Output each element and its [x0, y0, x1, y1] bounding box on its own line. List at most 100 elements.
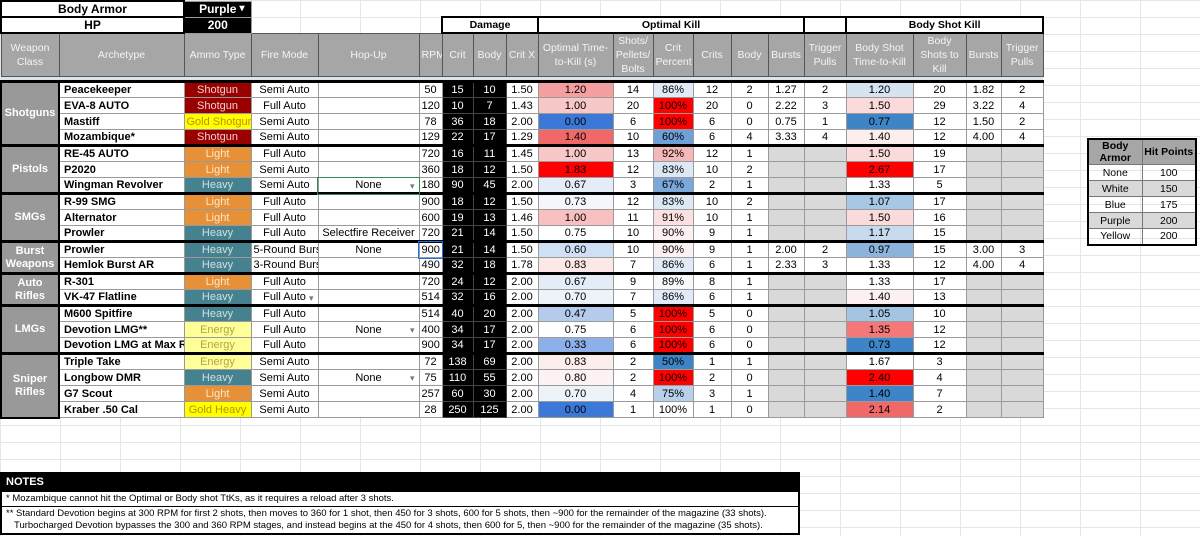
trigger-pulls-cell: 2: [803, 80, 847, 98]
hop-up-cell: [317, 337, 420, 354]
body-shots-to-kill-cell: 12: [912, 257, 967, 274]
hop-up-cell: [317, 97, 420, 114]
body-hits-cell: 1: [730, 177, 769, 194]
crit-multiplier-cell: 1.78: [505, 257, 539, 274]
shots-cell: 12: [612, 192, 654, 210]
armor-name: White: [1087, 180, 1143, 197]
body-shot-bursts-cell: [965, 209, 1002, 226]
rpm-cell: 78: [418, 113, 443, 130]
crit-percent-cell: 50%: [652, 352, 694, 370]
body-shot-ttk-cell: 1.50: [845, 144, 914, 162]
crit-multiplier-cell: 1.43: [505, 97, 539, 114]
ammo-type-cell: Heavy: [183, 240, 252, 258]
bursts-cell: [767, 337, 805, 354]
body-shots-to-kill-cell: 12: [912, 321, 967, 338]
armor-hit-points: 175: [1141, 196, 1197, 213]
trigger-pulls-cell: [803, 209, 847, 226]
body-shots-to-kill-cell: 5: [912, 177, 967, 194]
hop-up-cell[interactable]: None: [317, 369, 420, 386]
hop-up-cell: [317, 304, 420, 322]
body-shot-ttk-cell: 1.07: [845, 192, 914, 210]
crit-damage-cell: 90: [441, 177, 474, 194]
weapon-class-cell: Burst Weapons: [0, 240, 60, 275]
body-shot-ttk-cell: 1.05: [845, 304, 914, 322]
column-header: Crit X: [505, 32, 539, 77]
body-damage-cell: 69: [472, 352, 507, 370]
fire-mode-cell: Semi Auto: [250, 401, 319, 418]
optimal-ttk-cell: 1.00: [537, 97, 614, 114]
crit-multiplier-cell: 2.00: [505, 177, 539, 194]
armor-name: Blue: [1087, 196, 1143, 213]
body-armor-dropdown[interactable]: Purple: [183, 0, 252, 18]
body-shot-bursts-cell: [965, 161, 1002, 178]
body-shot-trigger-pulls-cell: [1000, 192, 1044, 210]
rpm-cell: 900: [418, 192, 443, 210]
body-shot-bursts-cell: [965, 272, 1002, 290]
shots-cell: 6: [612, 113, 654, 130]
armor-row: None 100: [1087, 164, 1197, 181]
ammo-type-cell: Heavy: [183, 225, 252, 242]
body-shot-ttk-cell: 1.33: [845, 257, 914, 274]
hop-up-cell: [317, 289, 420, 306]
rpm-cell: 50: [418, 80, 443, 98]
crit-multiplier-cell: 1.45: [505, 144, 539, 162]
crit-damage-cell: 19: [441, 209, 474, 226]
bursts-cell: 2.33: [767, 257, 805, 274]
body-armor-label: Body Armor: [0, 0, 185, 18]
shots-cell: 12: [612, 161, 654, 178]
fire-mode-cell[interactable]: Full Auto: [250, 289, 319, 306]
crit-multiplier-cell: 2.00: [505, 304, 539, 322]
optimal-ttk-cell: 0.70: [537, 289, 614, 306]
ammo-type-cell: Light: [183, 161, 252, 178]
crit-damage-cell: 250: [441, 401, 474, 418]
fire-mode-cell: Semi Auto: [250, 385, 319, 402]
crits-cell: 2: [692, 369, 732, 386]
optimal-ttk-cell: 1.20: [537, 80, 614, 98]
archetype-cell: P2020: [58, 161, 185, 178]
body-shot-ttk-cell: 1.40: [845, 129, 914, 146]
body-shots-to-kill-cell: 17: [912, 272, 967, 290]
shots-cell: 11: [612, 209, 654, 226]
notes-panel: NOTES * Mozambique cannot hit the Optima…: [0, 472, 800, 535]
crit-percent-cell: 83%: [652, 161, 694, 178]
rpm-cell: 720: [418, 225, 443, 242]
body-shot-ttk-cell: 1.33: [845, 272, 914, 290]
fire-mode-cell: Full Auto: [250, 321, 319, 338]
bursts-cell: 0.75: [767, 113, 805, 130]
body-shot-ttk-cell: 1.67: [845, 352, 914, 370]
crits-cell: 9: [692, 240, 732, 258]
crit-percent-cell: 100%: [652, 369, 694, 386]
body-shot-ttk-cell: 1.50: [845, 97, 914, 114]
rpm-cell: 360: [418, 161, 443, 178]
archetype-cell: EVA-8 AUTO: [58, 97, 185, 114]
body-damage-cell: 16: [472, 289, 507, 306]
fire-mode-cell: Full Auto: [250, 144, 319, 162]
weapon-class-cell: Sniper Rifles: [0, 352, 60, 419]
column-header: Optimal Time-to-Kill (s): [537, 32, 614, 77]
body-hits-cell: 1: [730, 240, 769, 258]
crits-cell: 2: [692, 177, 732, 194]
body-hits-cell: 1: [730, 144, 769, 162]
archetype-cell: Wingman Revolver: [58, 177, 185, 194]
crit-damage-cell: 24: [441, 272, 474, 290]
trigger-pulls-cell: [803, 144, 847, 162]
bursts-cell: [767, 144, 805, 162]
ammo-type-cell: Light: [183, 192, 252, 210]
hop-up-cell[interactable]: None: [317, 321, 420, 338]
body-shot-kill-group-header: Body Shot Kill: [844, 16, 1045, 34]
body-shots-to-kill-cell: 12: [912, 129, 967, 146]
body-damage-cell: 11: [472, 144, 507, 162]
archetype-cell: Kraber .50 Cal: [58, 401, 185, 418]
crit-multiplier-cell: 2.00: [505, 113, 539, 130]
trigger-pulls-cell: [803, 192, 847, 210]
body-hits-cell: 2: [730, 192, 769, 210]
crit-damage-cell: 34: [441, 337, 474, 354]
body-hits-cell: 1: [730, 289, 769, 306]
archetype-cell: Longbow DMR: [58, 369, 185, 386]
crit-damage-cell: 21: [441, 240, 474, 258]
fire-mode-cell: Full Auto: [250, 304, 319, 322]
hop-up-cell[interactable]: None: [317, 176, 420, 195]
optimal-kill-group-header: Optimal Kill: [537, 16, 805, 34]
table-row: VK-47 FlatlineHeavyFull Auto51432162.000…: [1, 289, 1044, 306]
optimal-ttk-cell: 0.67: [537, 177, 614, 194]
